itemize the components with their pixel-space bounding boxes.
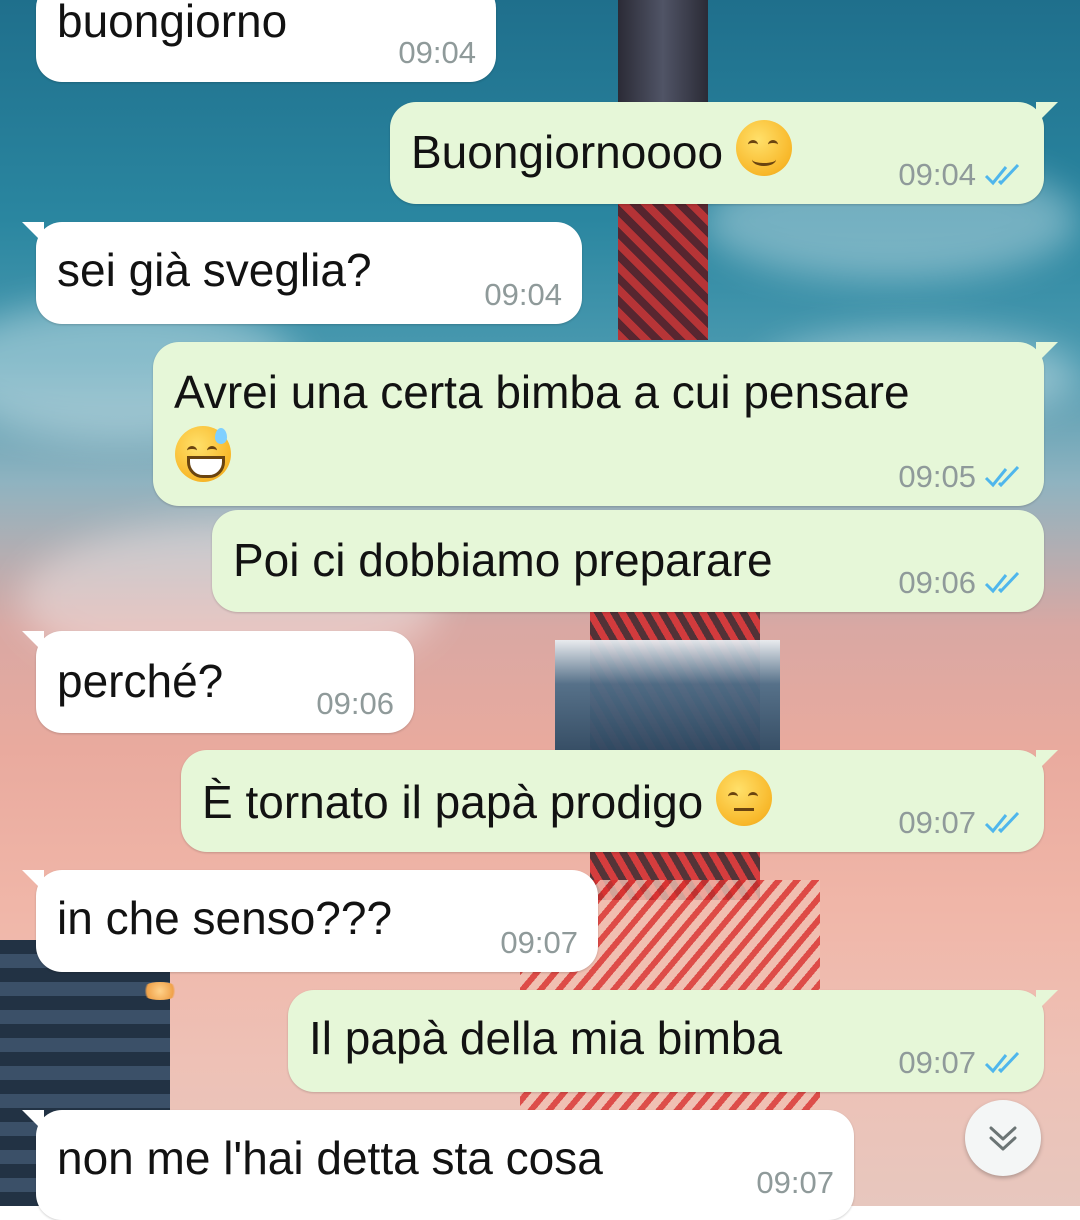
message-meta: 09:07: [898, 806, 1024, 840]
message-text: sei già sveglia?: [57, 244, 372, 296]
outgoing-message[interactable]: Poi ci dobbiamo preparare 09:06: [212, 510, 1044, 612]
message-meta: 09:07: [898, 1046, 1024, 1080]
incoming-message[interactable]: buongiorno 09:04: [36, 0, 496, 82]
double-chevron-down-icon: [989, 1126, 1017, 1151]
double-check-icon: [984, 1051, 1020, 1074]
incoming-message[interactable]: non me l'hai detta sta cosa 09:07: [22, 1110, 854, 1220]
double-check-icon: [984, 571, 1020, 594]
message-meta: 09:05: [898, 460, 1024, 494]
scroll-to-bottom-button[interactable]: [965, 1100, 1041, 1176]
message-list[interactable]: buongiorno 09:04 Buongiornoooo 09:04 sei…: [0, 0, 1080, 1220]
double-check-icon: [984, 163, 1020, 186]
double-check-icon: [984, 811, 1020, 834]
outgoing-message[interactable]: È tornato il papà prodigo 09:07: [181, 750, 1058, 852]
outgoing-message[interactable]: Il papà della mia bimba 09:07: [288, 990, 1058, 1092]
message-text: buongiorno: [57, 0, 288, 47]
double-check-icon: [984, 465, 1020, 488]
message-meta: 09:06: [898, 566, 1024, 600]
message-meta: 09:04: [484, 278, 562, 312]
message-time: 09:04: [898, 157, 976, 192]
message-meta: 09:06: [316, 687, 394, 721]
message-time: 09:06: [316, 686, 394, 721]
message-time: 09:07: [756, 1165, 834, 1200]
message-meta: 09:07: [756, 1166, 834, 1200]
message-time: 09:06: [898, 565, 976, 600]
message-text: Buongiornoooo: [411, 126, 724, 178]
message-meta: 09:07: [500, 926, 578, 960]
message-text: Il papà della mia bimba: [309, 1012, 783, 1064]
message-text: in che senso???: [57, 892, 393, 944]
grinning-sweat-face-emoji: [175, 426, 231, 482]
incoming-message[interactable]: in che senso??? 09:07: [22, 870, 598, 972]
unamused-face-emoji: [716, 770, 773, 826]
relieved-face-emoji: [735, 120, 792, 176]
outgoing-message[interactable]: Avrei una certa bimba a cui pensare 09:0…: [153, 342, 1058, 506]
message-time: 09:05: [898, 459, 976, 494]
message-text: perché?: [57, 655, 224, 707]
incoming-message[interactable]: perché? 09:06: [22, 631, 414, 733]
message-time: 09:07: [898, 805, 976, 840]
message-meta: 09:04: [398, 36, 476, 70]
message-time: 09:04: [398, 35, 476, 70]
outgoing-message[interactable]: Buongiornoooo 09:04: [390, 102, 1058, 204]
message-text: Poi ci dobbiamo preparare: [233, 534, 773, 586]
message-time: 09:04: [484, 277, 562, 312]
incoming-message[interactable]: sei già sveglia? 09:04: [22, 222, 582, 324]
message-text: È tornato il papà prodigo: [202, 776, 704, 828]
message-time: 09:07: [500, 925, 578, 960]
message-meta: 09:04: [898, 158, 1024, 192]
message-text: non me l'hai detta sta cosa: [57, 1132, 603, 1184]
message-text: Avrei una certa bimba a cui pensare: [174, 366, 910, 418]
message-time: 09:07: [898, 1045, 976, 1080]
